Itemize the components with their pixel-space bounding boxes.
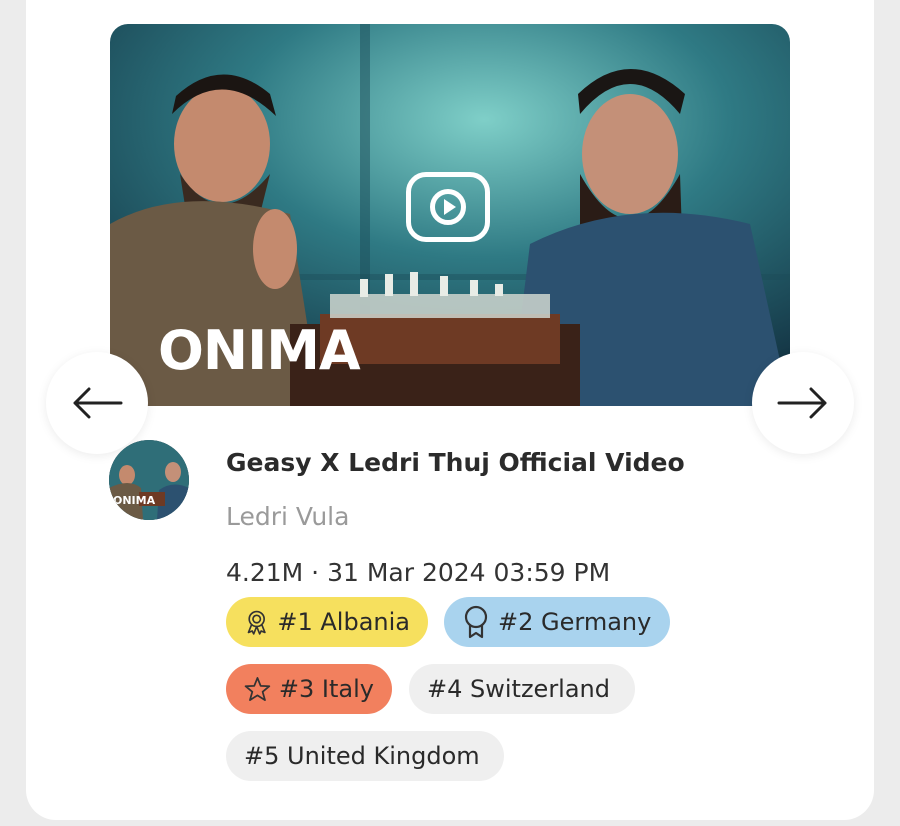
video-meta: 4.21M · 31 Mar 2024 03:59 PM [226,558,611,587]
rank-label: #5 United Kingdom [244,742,480,770]
next-button[interactable] [752,352,854,454]
play-icon [430,189,466,225]
rank-badge-1[interactable]: #1 Albania [226,597,428,647]
video-title[interactable]: Geasy X Ledri Thuj Official Video [226,448,685,477]
rank-badge-5[interactable]: #5 United Kingdom [226,731,504,781]
star-icon [244,677,271,701]
channel-avatar[interactable]: ONIMA [109,440,189,520]
rank-badge-2[interactable]: #2 Germany [444,597,670,647]
arrow-left-icon [73,387,123,419]
rank-badge-3[interactable]: #3 Italy [226,664,392,714]
rank-label: #2 Germany [498,608,652,636]
rank-label: #4 Switzerland [427,675,610,703]
video-thumbnail[interactable]: ONIMA [110,24,790,406]
avatar-image: ONIMA [109,440,189,520]
rank-label: #3 Italy [278,675,374,703]
arrow-right-icon [777,387,827,419]
thumbnail-overlay-text: ONIMA [158,319,361,382]
award-ribbon-icon [464,605,488,639]
svg-text:ONIMA: ONIMA [113,494,156,507]
play-button[interactable] [406,172,490,242]
rank-badge-4[interactable]: #4 Switzerland [409,664,635,714]
rank-label: #1 Albania [277,608,410,636]
previous-button[interactable] [46,352,148,454]
medal-icon [247,610,266,635]
channel-name[interactable]: Ledri Vula [226,502,349,531]
